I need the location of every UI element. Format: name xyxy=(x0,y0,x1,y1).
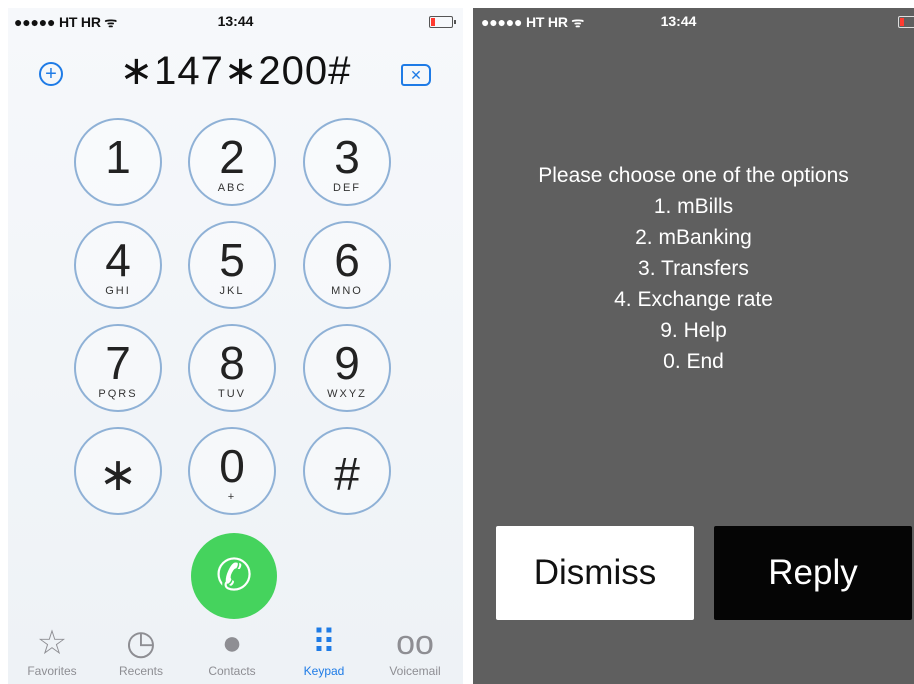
key-letters: DEF xyxy=(333,182,361,194)
ussd-screen: ●●●●● HT HR ᯤ 13:44 Please choose one of… xyxy=(473,8,914,684)
tab-label: Keypad xyxy=(303,664,345,678)
key-2[interactable]: 2 ABC xyxy=(188,118,276,206)
reply-button[interactable]: Reply xyxy=(714,526,912,620)
key-digit: 2 xyxy=(219,131,245,183)
tab-recents[interactable]: ◷ Recents xyxy=(101,624,181,678)
status-time: 13:44 xyxy=(217,13,254,29)
call-button[interactable]: ✆ xyxy=(191,533,277,619)
key-letters: + xyxy=(227,491,237,503)
key-digit: 4 xyxy=(105,234,131,286)
key-4[interactable]: 4 GHI xyxy=(74,221,162,309)
key-letters: GHI xyxy=(105,285,131,297)
tab-label: Contacts xyxy=(208,664,256,678)
key-6[interactable]: 6 MNO xyxy=(303,221,391,309)
status-bar: ●●●●● HT HR ᯤ 13:44 xyxy=(473,8,914,34)
message-line: Please choose one of the options xyxy=(538,164,849,187)
clock-icon: ◷ xyxy=(126,624,156,662)
key-letters: MNO xyxy=(331,285,363,297)
key-digit: 5 xyxy=(219,234,245,286)
key-digit: 9 xyxy=(334,337,360,389)
message-line: 0. End xyxy=(663,350,724,373)
keypad-icon: ⠿ xyxy=(311,624,337,662)
dialed-number: ∗147∗200# xyxy=(119,49,352,93)
key-digit: 6 xyxy=(334,234,360,286)
message-line: 9. Help xyxy=(660,319,727,342)
add-contact-icon[interactable]: + xyxy=(39,62,63,86)
message-line: 2. mBanking xyxy=(635,226,752,249)
key-5[interactable]: 5 JKL xyxy=(188,221,276,309)
key-digit: 8 xyxy=(219,337,245,389)
key-9[interactable]: 9 WXYZ xyxy=(303,324,391,412)
phone-icon: ✆ xyxy=(215,551,253,600)
status-time: 13:44 xyxy=(660,13,697,29)
contact-icon: ● xyxy=(221,624,243,662)
battery-icon xyxy=(898,16,914,28)
tab-label: Recents xyxy=(118,664,164,678)
tab-keypad[interactable]: ⠿ Keypad xyxy=(284,624,364,678)
key-digit: 3 xyxy=(334,131,360,183)
key-letters: ABC xyxy=(217,182,247,194)
key-star[interactable]: ∗ xyxy=(74,427,162,515)
battery-icon xyxy=(429,16,456,28)
voicemail-icon: oo xyxy=(396,624,434,662)
message-line: 4. Exchange rate xyxy=(614,288,773,311)
key-letters: WXYZ xyxy=(327,388,367,400)
star-icon: ☆ xyxy=(36,624,68,662)
tab-voicemail[interactable]: oo Voicemail xyxy=(375,624,455,678)
ussd-message: Please choose one of the options 1. mBil… xyxy=(473,160,914,377)
delete-icon[interactable]: ✕ xyxy=(401,64,431,86)
key-hash[interactable]: # xyxy=(303,427,391,515)
dismiss-button[interactable]: Dismiss xyxy=(496,526,694,620)
tab-label: Favorites xyxy=(27,664,77,678)
tab-favorites[interactable]: ☆ Favorites xyxy=(12,624,92,678)
tab-contacts[interactable]: ● Contacts xyxy=(192,624,272,678)
key-digit: 1 xyxy=(105,131,131,183)
key-0[interactable]: 0 + xyxy=(188,427,276,515)
keypad-screen: ●●●●● HT HR ᯤ 13:44 + ∗147∗200# ✕ 1 2 AB… xyxy=(8,8,463,684)
message-line: 1. mBills xyxy=(653,195,734,218)
status-bar: ●●●●● HT HR ᯤ 13:44 xyxy=(8,8,463,34)
key-digit: ∗ xyxy=(98,448,138,500)
key-letters: TUV xyxy=(218,388,246,400)
key-letters: JKL xyxy=(219,285,245,297)
key-1[interactable]: 1 xyxy=(74,118,162,206)
tab-label: Voicemail xyxy=(389,664,441,678)
tab-bar: ☆ Favorites ◷ Recents ● Contacts ⠿ Keypa… xyxy=(8,624,463,684)
message-line: 3. Transfers xyxy=(638,257,749,280)
key-digit: # xyxy=(334,448,360,500)
key-letters: PQRS xyxy=(98,388,138,400)
key-8[interactable]: 8 TUV xyxy=(188,324,276,412)
key-digit: 0 xyxy=(219,440,245,492)
dial-row: + ∗147∗200# ✕ xyxy=(8,42,463,98)
key-7[interactable]: 7 PQRS xyxy=(74,324,162,412)
key-digit: 7 xyxy=(105,337,131,389)
key-3[interactable]: 3 DEF xyxy=(303,118,391,206)
